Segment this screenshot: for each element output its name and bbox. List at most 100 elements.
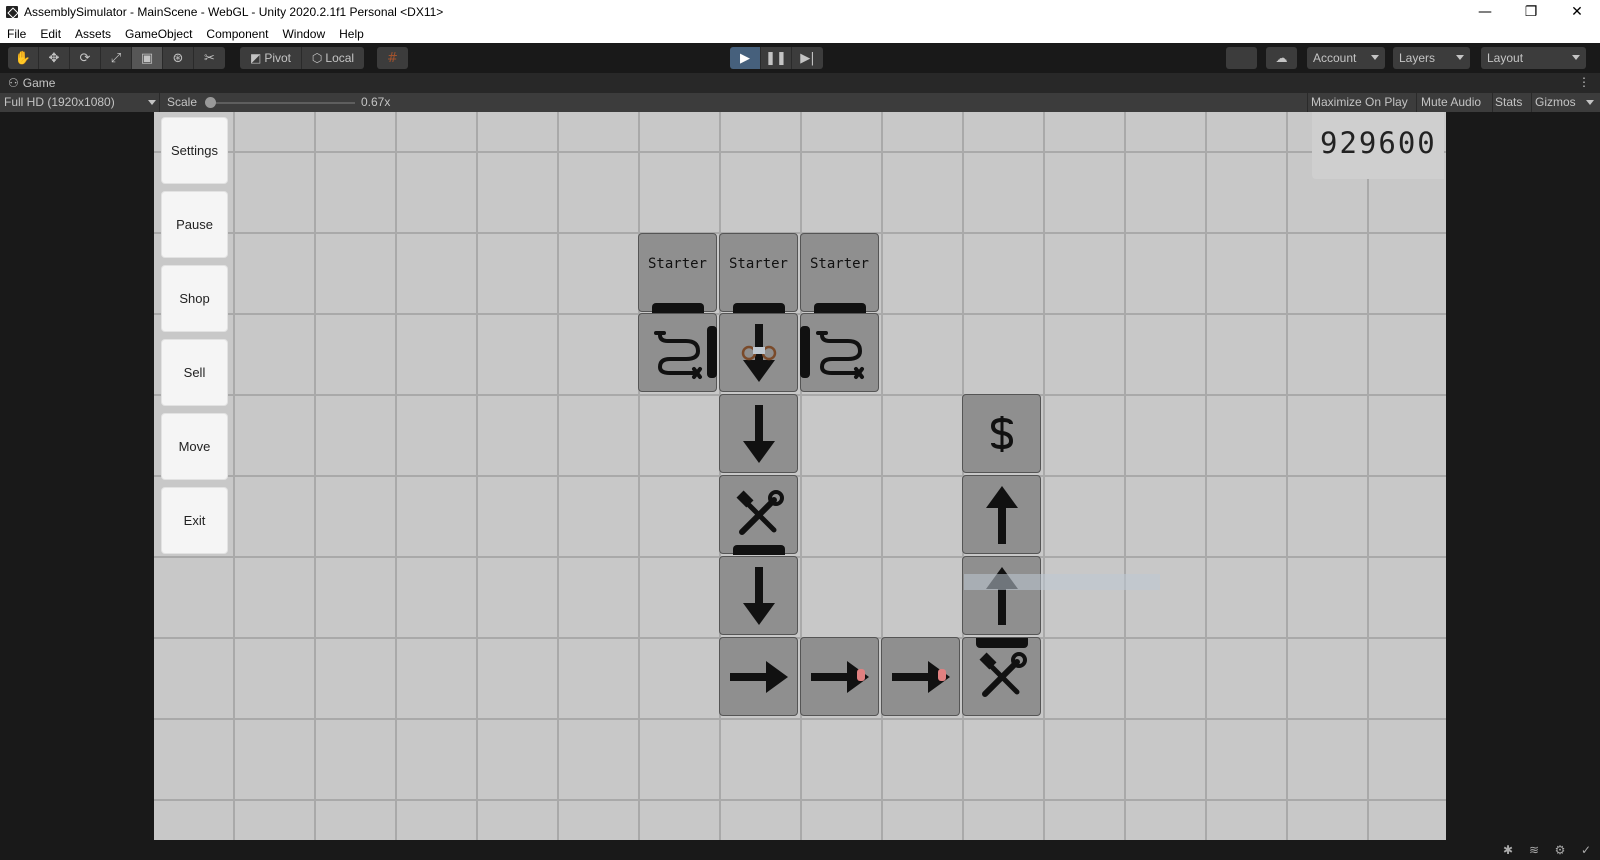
pause-button[interactable]: ❚❚ [761,47,792,69]
starter-label: Starter [809,255,869,272]
account-dropdown[interactable]: Account [1307,47,1385,69]
more-options-icon[interactable]: ⋮ [1578,75,1590,89]
chevron-down-icon [1572,55,1580,60]
layout-dropdown[interactable]: Layout [1481,47,1586,69]
starter-tile[interactable]: Starter [800,233,879,312]
tab-game[interactable]: ⚇ Game [0,76,55,90]
menu-file[interactable]: File [0,27,33,41]
cache-server-icon[interactable]: ≋ [1526,842,1542,858]
grid-line [154,556,1446,558]
play-controls: ▶ ❚❚ ▶| [730,47,823,69]
chevron-down-icon [1586,100,1594,105]
output-port [976,638,1028,648]
menu-component[interactable]: Component [199,27,275,41]
conveyor-down-tile[interactable] [719,556,798,635]
play-button[interactable]: ▶ [730,47,761,69]
divider [159,93,160,112]
grid-icon: # [387,50,398,66]
game-viewport: Settings Pause Shop Sell Move Exit 92960… [0,112,1600,840]
conveyor-down-tile[interactable] [719,313,798,392]
menu-bar: File Edit Assets GameObject Component Wi… [0,24,1600,43]
output-port [733,545,785,555]
menu-gameobject[interactable]: GameObject [118,27,199,41]
conveyor-right-tile[interactable] [881,637,960,716]
local-button[interactable]: ⬡ Local [302,47,364,69]
assembler-tile[interactable] [962,637,1041,716]
step-button[interactable]: ▶| [792,47,823,69]
conveyor-right-tile[interactable] [719,637,798,716]
settings-button[interactable]: Settings [162,118,227,183]
menu-window[interactable]: Window [275,27,332,41]
grid-line [154,718,1446,720]
tools-icon [736,489,784,535]
exit-button[interactable]: Exit [162,488,227,553]
custom-tool-button[interactable]: ✂ [194,47,225,69]
starter-tile[interactable]: Starter [719,233,798,312]
seller-tile[interactable] [962,394,1041,473]
hover-highlight [964,574,1160,590]
pause-icon: ❚❚ [765,50,787,66]
rect-tool-button[interactable]: ▣ [132,47,163,69]
starter-tile[interactable]: Starter [638,233,717,312]
pause-game-button[interactable]: Pause [162,192,227,257]
scale-label: Scale [167,95,198,109]
move-tool-button[interactable]: ✥ [39,47,70,69]
window-titlebar: AssemblySimulator - MainScene - WebGL - … [0,0,1600,24]
arrow-right-icon [810,660,869,693]
scale-slider-thumb[interactable] [205,97,216,108]
assembler-tile[interactable] [719,475,798,554]
maximize-on-play-toggle[interactable]: Maximize On Play [1311,95,1408,109]
tab-game-label: Game [22,76,56,90]
game-canvas[interactable]: Settings Pause Shop Sell Move Exit 92960… [154,112,1446,840]
resolution-dropdown[interactable]: Full HD (1920x1080) [4,95,115,109]
transform-tool-button[interactable]: ⊛ [163,47,194,69]
layers-label: Layers [1399,51,1436,65]
wire-machine-tile[interactable] [800,313,879,392]
hand-tool-button[interactable]: ✋ [8,47,39,69]
output-port [733,303,785,313]
arrow-right-icon [729,660,788,693]
scale-slider[interactable] [210,102,355,104]
cloud-button[interactable]: ☁ [1266,47,1297,69]
gizmos-toggle[interactable]: Gizmos [1535,95,1576,109]
minimize-button[interactable]: — [1462,0,1508,24]
window-controls: — ❐ ✕ [1462,0,1600,24]
rect-icon: ▣ [140,50,154,66]
sell-button[interactable]: Sell [162,340,227,405]
scale-value: 0.67x [361,95,391,109]
output-port [800,326,810,378]
local-icon: ⬡ [311,51,323,65]
menu-assets[interactable]: Assets [68,27,118,41]
conveyor-up-tile[interactable] [962,556,1041,635]
bug-icon[interactable]: ✱ [1500,842,1516,858]
grid-line [154,799,1446,801]
divider [1492,93,1493,112]
close-button[interactable]: ✕ [1554,0,1600,24]
conveyor-down-tile[interactable] [719,394,798,473]
collab-button[interactable] [1226,47,1257,69]
window-title: AssemblySimulator - MainScene - WebGL - … [24,5,444,19]
conveyor-up-tile[interactable] [962,475,1041,554]
stats-toggle[interactable]: Stats [1495,95,1522,109]
grid-snap-button[interactable]: # [377,47,408,69]
divider [1531,93,1532,112]
layout-label: Layout [1487,51,1524,65]
rotate-tool-button[interactable]: ⟳ [70,47,101,69]
scale-tool-button[interactable]: ⤢ [101,47,132,69]
menu-edit[interactable]: Edit [33,27,68,41]
wire-machine-tile[interactable] [638,313,717,392]
mute-audio-toggle[interactable]: Mute Audio [1421,95,1481,109]
output-port [652,303,704,313]
check-icon[interactable]: ✓ [1578,842,1594,858]
auto-generate-icon[interactable]: ⚙ [1552,842,1568,858]
pivot-button[interactable]: ◩ Pivot [240,47,302,69]
transform-tools: ✋ ✥ ⟳ ⤢ ▣ ⊛ ✂ [8,47,225,69]
restore-button[interactable]: ❐ [1508,0,1554,24]
shop-button[interactable]: Shop [162,266,227,331]
menu-help[interactable]: Help [332,27,371,41]
wire-icon [815,330,864,379]
layers-dropdown[interactable]: Layers [1393,47,1470,69]
cloud-icon: ☁ [1275,51,1288,65]
move-button[interactable]: Move [162,414,227,479]
conveyor-right-tile[interactable] [800,637,879,716]
